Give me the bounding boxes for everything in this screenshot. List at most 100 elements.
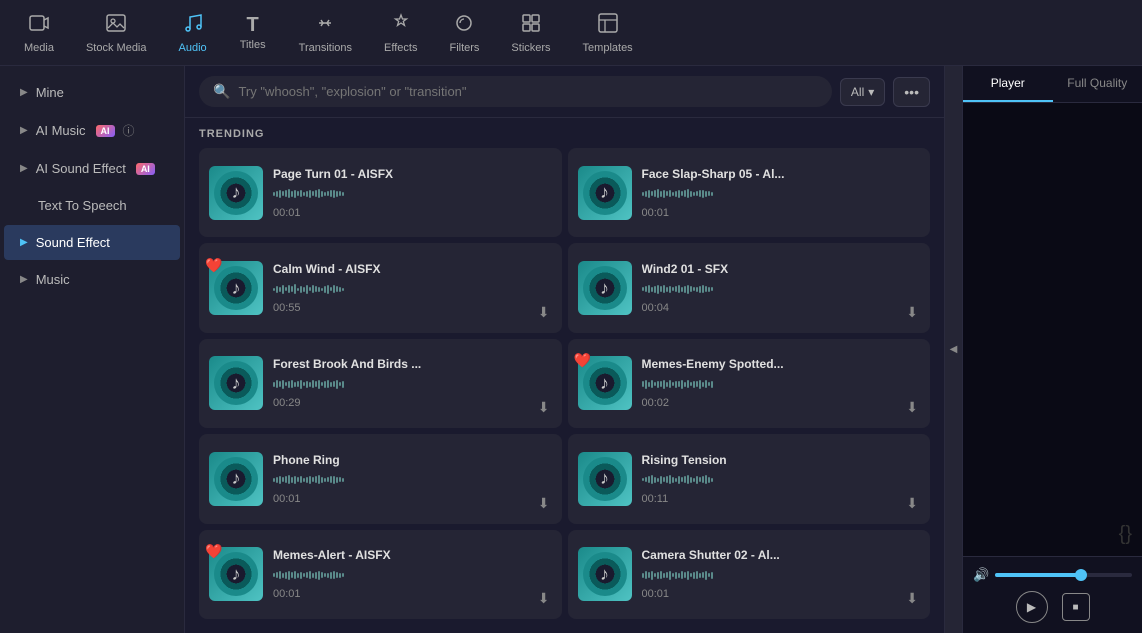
- wave-bar: [645, 286, 647, 292]
- audio-card-rising-tension[interactable]: ♪Rising Tension00:11⬇: [568, 434, 931, 523]
- ai-badge: AI: [96, 125, 115, 137]
- music-note-icon: ♪: [232, 564, 241, 585]
- wave-bar: [306, 381, 308, 388]
- wave-bar: [648, 572, 650, 578]
- download-button[interactable]: ⬇: [536, 397, 552, 418]
- audio-card-wind2[interactable]: ♪Wind2 01 - SFX00:04⬇: [568, 243, 931, 332]
- sidebar-ai-music-label: AI Music: [36, 123, 86, 138]
- wave-bar: [678, 573, 680, 578]
- search-input[interactable]: [238, 84, 817, 99]
- audio-duration: 00:01: [273, 207, 552, 219]
- audio-info: Face Slap-Sharp 05 - Al...00:01: [642, 167, 921, 219]
- sidebar-item-ai-sound-effect[interactable]: ▶ AI Sound Effect AI: [4, 151, 180, 186]
- music-note-icon: ♪: [600, 468, 609, 489]
- download-button[interactable]: ⬇: [536, 493, 552, 514]
- sidebar-item-text-to-speech[interactable]: Text To Speech: [4, 188, 180, 223]
- nav-transitions[interactable]: Transitions: [283, 4, 368, 62]
- wave-bar: [648, 285, 650, 293]
- sidebar-item-music[interactable]: ▶ Music: [4, 262, 180, 297]
- vinyl-art: ♪: [583, 552, 627, 596]
- nav-audio[interactable]: Audio: [163, 4, 223, 62]
- info-icon: ⓘ: [123, 122, 135, 139]
- wave-bar: [708, 382, 710, 386]
- play-button[interactable]: ▶: [1016, 591, 1048, 623]
- wave-bar: [291, 380, 293, 388]
- wave-bar: [276, 286, 278, 293]
- stop-button[interactable]: ■: [1062, 593, 1090, 621]
- audio-duration: 00:01: [642, 207, 921, 219]
- nav-effects[interactable]: Effects: [368, 4, 433, 62]
- audio-card-calm-wind[interactable]: ❤️♪Calm Wind - AISFX00:55⬇: [199, 243, 562, 332]
- wave-bar: [327, 191, 329, 196]
- wave-bar: [666, 287, 668, 292]
- audio-thumb: ♪: [209, 452, 263, 506]
- titles-icon: T: [247, 15, 259, 35]
- download-button[interactable]: ⬇: [536, 302, 552, 323]
- wave-bar: [339, 477, 341, 482]
- wave-bar: [651, 475, 653, 484]
- wave-bar: [312, 191, 314, 196]
- wave-bar: [276, 191, 278, 197]
- nav-effects-label: Effects: [384, 42, 417, 54]
- wave-bar: [333, 571, 335, 579]
- more-options-button[interactable]: •••: [893, 77, 930, 107]
- nav-stock-media[interactable]: Stock Media: [70, 4, 163, 62]
- wave-bar: [282, 573, 284, 578]
- nav-filters[interactable]: Filters: [433, 4, 495, 62]
- tab-full-quality[interactable]: Full Quality: [1053, 66, 1142, 102]
- wave-bar: [675, 572, 677, 579]
- audio-card-memes-enemy[interactable]: ❤️♪Memes-Enemy Spotted...00:02⬇: [568, 339, 931, 428]
- wave-bar: [291, 572, 293, 578]
- wave-bar: [321, 191, 323, 197]
- search-input-wrap[interactable]: 🔍: [199, 76, 832, 107]
- filter-button[interactable]: All ▾: [840, 78, 885, 106]
- audio-card-forest-brook[interactable]: ♪Forest Brook And Birds ...00:29⬇: [199, 339, 562, 428]
- tab-player[interactable]: Player: [963, 66, 1053, 102]
- download-button[interactable]: ⬇: [904, 588, 920, 609]
- audio-card-phone-ring[interactable]: ♪Phone Ring00:01⬇: [199, 434, 562, 523]
- collapse-button[interactable]: ◀: [944, 66, 962, 633]
- json-icon: {}: [1119, 523, 1132, 546]
- wave-bar: [711, 192, 713, 196]
- sidebar-item-mine[interactable]: ▶ Mine: [4, 75, 180, 110]
- volume-track[interactable]: [995, 573, 1132, 577]
- wave-bar: [303, 382, 305, 386]
- music-note-icon: ♪: [232, 373, 241, 394]
- wave-bar: [693, 287, 695, 291]
- download-button[interactable]: ⬇: [536, 588, 552, 609]
- nav-titles-label: Titles: [240, 39, 266, 51]
- audio-card-memes-alert[interactable]: ❤️♪Memes-Alert - AISFX00:01⬇: [199, 530, 562, 619]
- wave-bar: [693, 381, 695, 388]
- wave-bar: [321, 288, 323, 291]
- wave-bar: [318, 189, 320, 198]
- nav-titles[interactable]: T Titles: [223, 7, 283, 59]
- wave-bar: [699, 477, 701, 482]
- wave-bar: [279, 287, 281, 292]
- wave-bar: [687, 189, 689, 198]
- download-button[interactable]: ⬇: [904, 302, 920, 323]
- volume-thumb[interactable]: [1075, 569, 1087, 581]
- audio-card-face-slap[interactable]: ♪Face Slap-Sharp 05 - Al...00:01: [568, 148, 931, 237]
- wave-bar: [339, 287, 341, 292]
- download-button[interactable]: ⬇: [904, 493, 920, 514]
- audio-card-camera-shutter[interactable]: ♪Camera Shutter 02 - Al...00:01⬇: [568, 530, 931, 619]
- nav-stickers[interactable]: Stickers: [495, 4, 566, 62]
- wave-bar: [342, 478, 344, 482]
- download-button[interactable]: ⬇: [904, 397, 920, 418]
- wave-bar: [324, 573, 326, 577]
- vinyl-art: ♪: [214, 361, 258, 405]
- wave-bar: [333, 285, 335, 293]
- wave-bar: [657, 381, 659, 388]
- audio-waveform: [273, 280, 526, 298]
- sidebar-item-ai-music[interactable]: ▶ AI Music AI ⓘ: [4, 112, 180, 149]
- wave-bar: [288, 381, 290, 388]
- arrow-icon: ▶: [20, 163, 28, 174]
- audio-card-page-turn[interactable]: ♪Page Turn 01 - AISFX00:01: [199, 148, 562, 237]
- nav-media[interactable]: Media: [8, 4, 70, 62]
- sidebar-item-sound-effect[interactable]: ▶ Sound Effect: [4, 225, 180, 260]
- nav-transitions-label: Transitions: [299, 42, 352, 54]
- nav-templates[interactable]: Templates: [567, 4, 649, 62]
- wave-bar: [282, 477, 284, 482]
- collapse-icon: ◀: [950, 344, 958, 355]
- wave-bar: [297, 381, 299, 387]
